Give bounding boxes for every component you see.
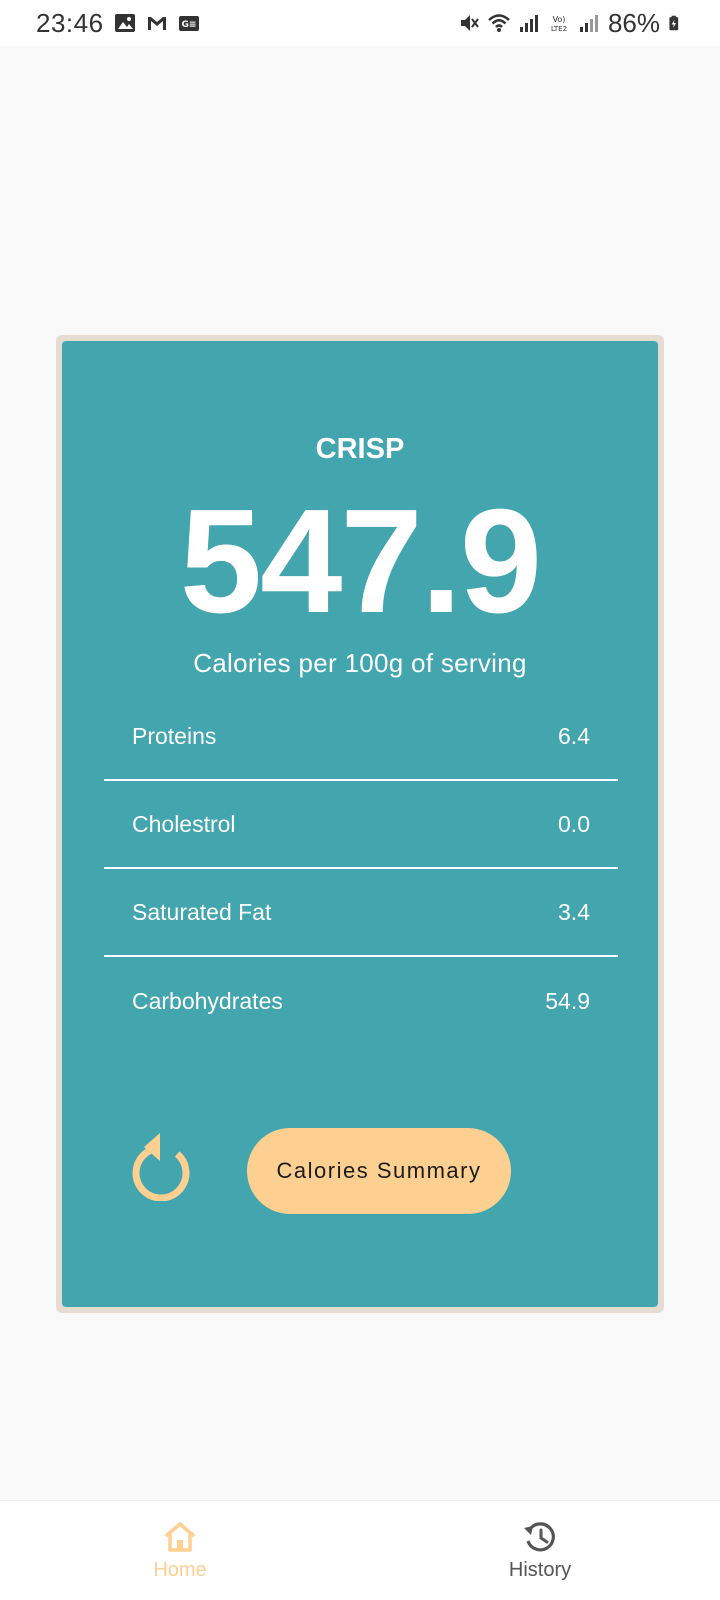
svg-text:LTE2: LTE2 bbox=[551, 25, 567, 33]
nav-label-history: History bbox=[508, 1559, 572, 1581]
status-bar: 23:46 G≡ Vo) LTE2 86% bbox=[0, 0, 720, 46]
refresh-button[interactable] bbox=[130, 1131, 192, 1202]
news-icon: G≡ bbox=[178, 16, 199, 31]
nutrient-label: Saturated Fat bbox=[132, 898, 272, 925]
mute-icon bbox=[460, 15, 479, 31]
gmail-icon bbox=[147, 17, 166, 30]
nutrient-row-saturated-fat: Saturated Fat 3.4 bbox=[104, 869, 618, 957]
battery-charging-icon bbox=[669, 15, 679, 31]
nutrition-card-frame: CRISP 547.9 Calories per 100g of serving… bbox=[56, 335, 664, 1313]
nutrient-value: 6.4 bbox=[558, 722, 590, 749]
nutrient-label: Carbohydrates bbox=[132, 987, 283, 1014]
food-name: CRISP bbox=[315, 433, 405, 465]
signal-icon bbox=[579, 15, 598, 32]
nutrient-value: 54.9 bbox=[545, 987, 590, 1014]
nutrition-card: CRISP 547.9 Calories per 100g of serving… bbox=[62, 341, 658, 1307]
image-icon bbox=[114, 14, 135, 32]
svg-text:Vo): Vo) bbox=[553, 15, 566, 24]
home-icon bbox=[164, 1522, 196, 1552]
nav-label-home: Home bbox=[153, 1559, 207, 1581]
calorie-value: 547.9 bbox=[179, 479, 542, 644]
nutrient-label: Proteins bbox=[132, 722, 217, 749]
nutrient-value: 3.4 bbox=[558, 898, 590, 925]
status-right: Vo) LTE2 86% bbox=[458, 8, 684, 39]
notification-icons: G≡ bbox=[114, 12, 200, 34]
volte-icon: Vo) LTE2 bbox=[551, 15, 567, 33]
signal-icon bbox=[519, 15, 538, 32]
wifi-icon bbox=[488, 14, 510, 32]
nutrient-list: Proteins 6.4 Cholestrol 0.0 Saturated Fa… bbox=[104, 693, 618, 1045]
nutrient-label: Cholestrol bbox=[132, 810, 236, 837]
calories-summary-button[interactable]: Calories Summary bbox=[247, 1128, 511, 1214]
bottom-navigation: Home History bbox=[0, 1500, 720, 1600]
history-icon bbox=[524, 1522, 555, 1552]
calorie-caption: Calories per 100g of serving bbox=[193, 648, 527, 678]
nav-item-history[interactable]: History bbox=[360, 1501, 720, 1600]
refresh-icon bbox=[132, 1133, 190, 1202]
nutrient-row-proteins: Proteins 6.4 bbox=[104, 693, 618, 781]
status-time: 23:46 bbox=[36, 7, 104, 38]
nutrient-row-carbohydrates: Carbohydrates 54.9 bbox=[104, 957, 618, 1045]
battery-percentage: 86% bbox=[607, 7, 660, 38]
svg-text:G≡: G≡ bbox=[181, 20, 196, 30]
nav-item-home[interactable]: Home bbox=[0, 1501, 360, 1600]
nutrient-row-cholestrol: Cholestrol 0.0 bbox=[104, 781, 618, 869]
nutrient-value: 0.0 bbox=[558, 810, 590, 837]
